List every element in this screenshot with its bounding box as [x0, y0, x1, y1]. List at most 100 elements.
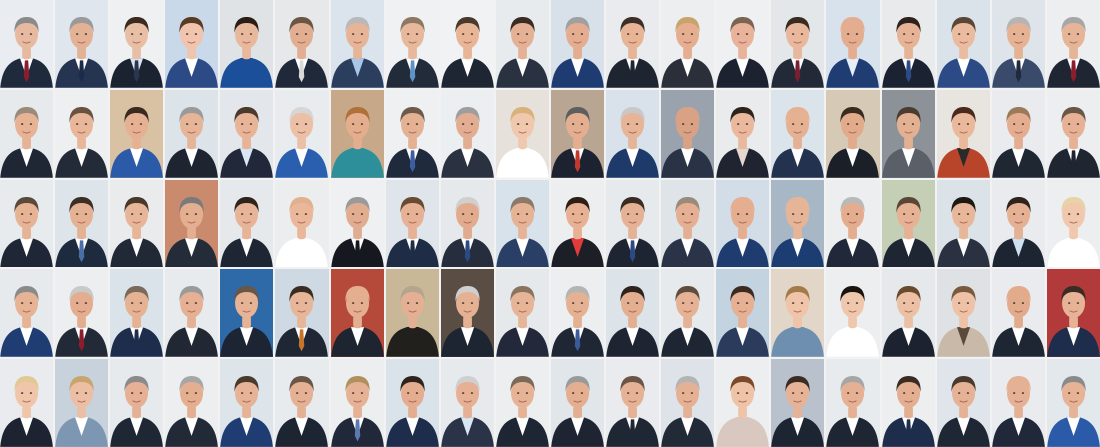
portrait-icon — [330, 359, 384, 447]
eye-left — [1067, 302, 1071, 305]
portrait-tile-r4-c8 — [385, 269, 439, 358]
portrait-icon — [771, 0, 825, 88]
portrait-icon — [550, 179, 605, 268]
eye-right — [250, 392, 253, 395]
portrait-tile-r1-c16 — [826, 0, 880, 88]
portrait-tile-r4-c12 — [606, 269, 660, 358]
eye-left — [131, 302, 134, 305]
eye-right — [139, 302, 143, 305]
eye-right — [856, 302, 859, 305]
eye-right — [29, 122, 33, 125]
eye-right — [195, 33, 198, 35]
eye-right — [801, 392, 804, 395]
portrait-icon — [661, 0, 715, 88]
eye-left — [76, 33, 79, 35]
eye-left — [76, 392, 79, 395]
portrait-icon — [55, 0, 109, 88]
portrait-icon — [385, 89, 439, 178]
portrait-tile-r2-c2 — [55, 89, 109, 178]
portrait-icon — [55, 269, 109, 358]
portrait-tile-r3-c8 — [385, 179, 439, 268]
portrait-icon — [771, 359, 825, 447]
portrait-tile-r4-c18 — [936, 269, 990, 358]
eye-right — [690, 302, 694, 305]
eye-left — [792, 33, 795, 35]
eye-right — [1076, 212, 1080, 215]
eye-right — [84, 392, 88, 395]
portrait-tile-r1-c7 — [330, 0, 384, 88]
portrait-icon — [716, 179, 770, 268]
eye-right — [470, 302, 473, 305]
eye-left — [241, 122, 244, 125]
eye-left — [131, 33, 134, 35]
eye-right — [415, 122, 418, 125]
eye-left — [792, 392, 795, 395]
portrait-icon — [275, 269, 329, 358]
portrait-tile-r3-c11 — [550, 179, 605, 268]
eye-left — [737, 33, 740, 35]
portrait-tile-r3-c10 — [495, 179, 549, 268]
eye-left — [20, 33, 24, 35]
eye-right — [966, 33, 969, 35]
eye-left — [406, 122, 410, 125]
eye-left — [737, 212, 740, 215]
eye-right — [1076, 392, 1080, 395]
eye-left — [957, 212, 961, 215]
eye-right — [525, 212, 529, 215]
portrait-icon — [495, 359, 549, 447]
eye-right — [29, 392, 33, 395]
eye-right — [250, 212, 253, 215]
eye-left — [241, 212, 244, 215]
eye-right — [195, 212, 198, 215]
eye-left — [20, 302, 24, 305]
portrait-tile-r5-c1 — [0, 359, 54, 447]
portrait-tile-r1-c17 — [881, 0, 935, 88]
eye-right — [250, 302, 253, 305]
portrait-icon — [495, 269, 549, 358]
eye-right — [746, 302, 749, 305]
portrait-icon — [771, 89, 825, 178]
portrait-tile-r2-c4 — [165, 89, 219, 178]
eye-left — [241, 33, 244, 35]
portrait-icon — [991, 0, 1045, 88]
eye-left — [1012, 392, 1016, 395]
portrait-icon — [0, 269, 54, 358]
portrait-tile-r1-c8 — [385, 0, 439, 88]
eye-left — [571, 302, 575, 305]
portrait-icon — [606, 89, 660, 178]
portrait-tile-r2-c5 — [220, 89, 274, 178]
eye-left — [847, 392, 850, 395]
portrait-tile-r3-c6 — [275, 179, 329, 268]
portrait-tile-r1-c2 — [55, 0, 109, 88]
portrait-icon — [661, 89, 715, 178]
portrait-icon — [165, 359, 219, 447]
portrait-tile-r3-c17 — [881, 179, 935, 268]
eye-left — [131, 392, 134, 395]
portrait-tile-r1-c20 — [1046, 0, 1100, 88]
eye-left — [131, 212, 134, 215]
portrait-icon — [881, 89, 935, 178]
portrait-tile-r3-c18 — [936, 179, 990, 268]
eye-right — [690, 212, 694, 215]
portrait-tile-r2-c19 — [991, 89, 1045, 178]
eye-right — [911, 392, 914, 395]
portrait-tile-r5-c3 — [110, 359, 164, 447]
portrait-tile-r1-c19 — [991, 0, 1045, 88]
eye-right — [525, 392, 529, 395]
portrait-icon — [1046, 359, 1100, 447]
eye-right — [195, 302, 198, 305]
portrait-icon — [495, 179, 549, 268]
eye-left — [406, 212, 410, 215]
eye-left — [1067, 122, 1071, 125]
portrait-tile-r4-c14 — [716, 269, 770, 358]
eye-right — [635, 302, 639, 305]
portrait-tile-r3-c4 — [165, 179, 219, 268]
portrait-icon — [275, 179, 329, 268]
portrait-tile-r5-c16 — [826, 359, 880, 447]
eye-left — [461, 392, 465, 395]
eye-right — [580, 212, 584, 215]
portrait-icon — [110, 359, 164, 447]
portrait-tile-r2-c7 — [330, 89, 384, 178]
eye-left — [351, 212, 354, 215]
eye-left — [20, 392, 24, 395]
